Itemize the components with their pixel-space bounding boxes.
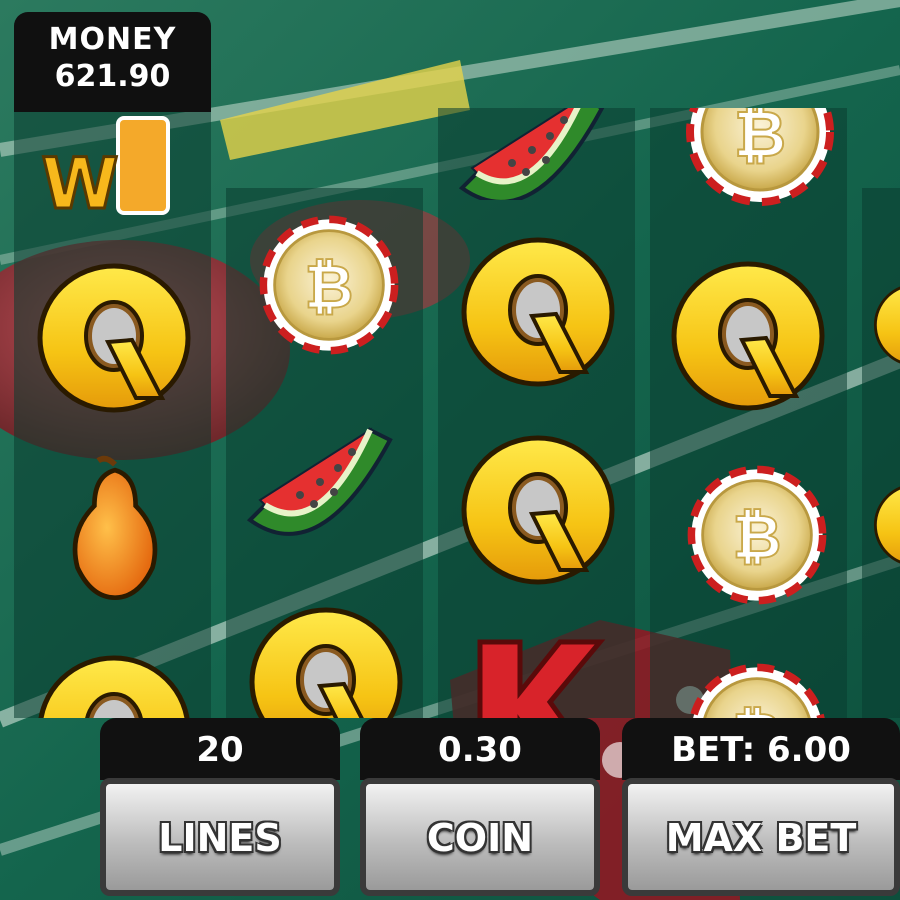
- q-icon: [246, 602, 406, 718]
- q-icon: [34, 650, 194, 718]
- bitcoin-chip-icon: [682, 658, 832, 718]
- max-bet-button[interactable]: MAX BET: [622, 778, 900, 896]
- q-icon: [34, 258, 194, 418]
- k-icon: [460, 622, 620, 718]
- reel-5: [862, 188, 900, 718]
- watermelon-icon: [452, 108, 612, 200]
- wild-juice-icon: [30, 108, 190, 220]
- bet-value: BET: 6.00: [622, 718, 900, 780]
- bitcoin-chip-icon: [682, 460, 832, 610]
- max-bet-button-label: MAX BET: [665, 816, 857, 860]
- q-icon: [458, 232, 618, 392]
- q-icon: [458, 430, 618, 590]
- bitcoin-chip-icon: [254, 210, 404, 360]
- pear-icon: [40, 440, 190, 610]
- watermelon-icon: [240, 400, 400, 560]
- q-icon: [668, 256, 828, 416]
- q-icon: [872, 480, 900, 570]
- lines-button-label: LINES: [158, 816, 282, 860]
- money-value: 621.90: [54, 59, 171, 94]
- money-panel: MONEY 621.90: [14, 12, 211, 112]
- lines-value: 20: [100, 718, 340, 780]
- q-icon: [872, 280, 900, 370]
- money-label: MONEY: [48, 22, 177, 57]
- coin-value: 0.30: [360, 718, 600, 780]
- bitcoin-chip-icon: [680, 108, 840, 212]
- lines-button[interactable]: LINES: [100, 778, 340, 896]
- coin-button-label: COIN: [426, 816, 534, 860]
- coin-button[interactable]: COIN: [360, 778, 600, 896]
